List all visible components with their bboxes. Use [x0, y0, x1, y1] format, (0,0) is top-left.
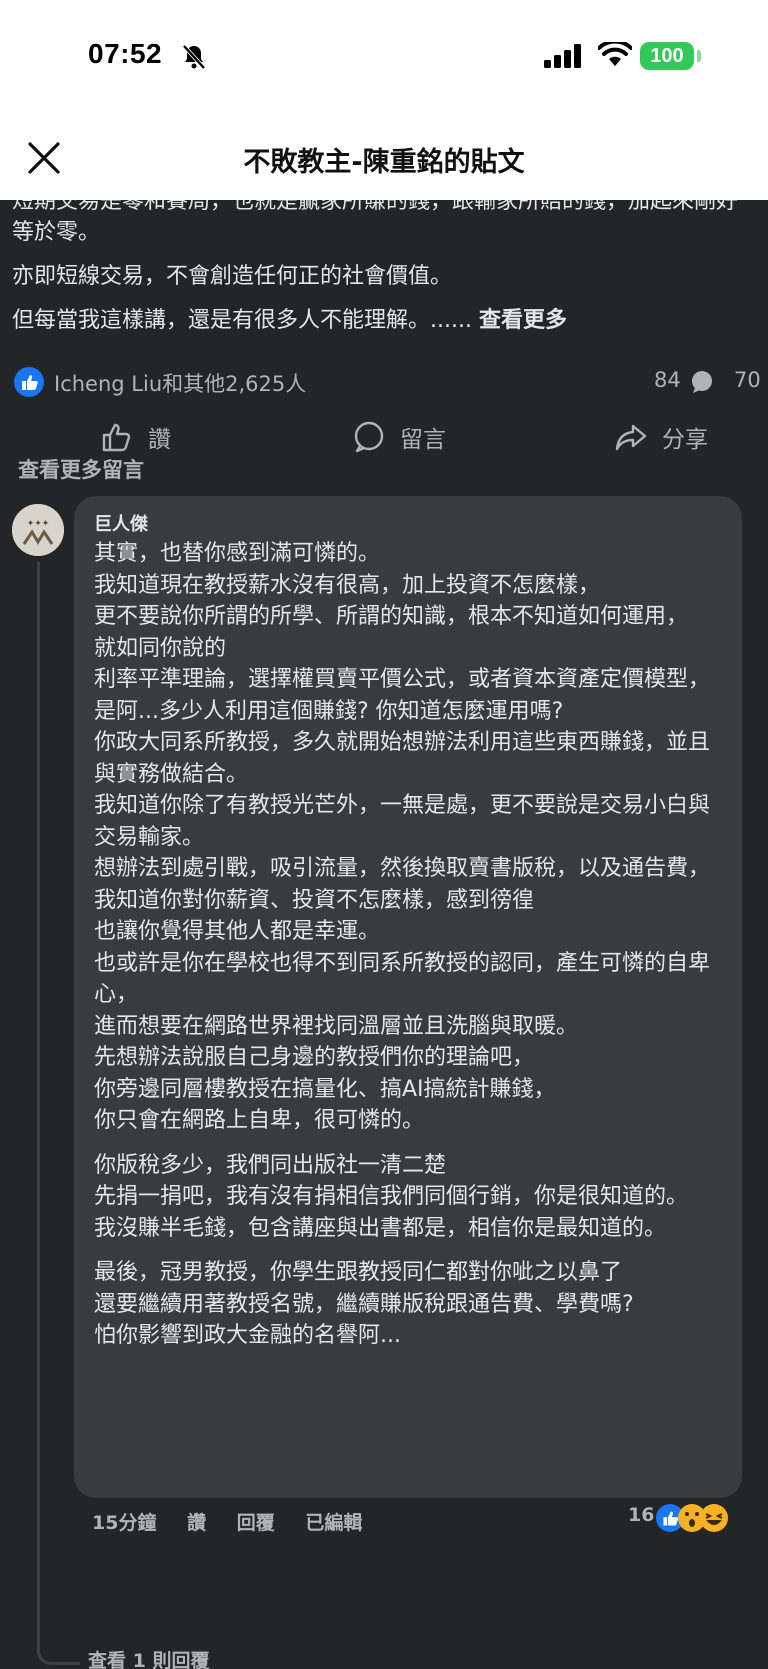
comment-like-button[interactable]: 讚	[187, 1512, 206, 1534]
post-paragraph: 但每當我這樣講，還是有很多人不能理解。...... 查看更多	[12, 305, 756, 336]
page-title: 不敗教主-陳重銘的貼文	[243, 147, 525, 178]
battery-indicator: 100	[640, 42, 694, 70]
post-paragraph: 短期交易是零和賽局，也就是贏家所賺的錢，跟輸家所賠的錢，加起來剛好等於零。	[12, 200, 739, 245]
comment-time: 15分鐘	[92, 1512, 157, 1534]
like-label: 讚	[148, 427, 171, 453]
comment-edited-label: 已編輯	[305, 1512, 363, 1534]
share-arrow-icon	[615, 424, 647, 451]
reactions-summary[interactable]: Icheng Liu和其他2,625人 84 70	[12, 364, 768, 400]
thread-line	[37, 562, 40, 1642]
battery-tip	[697, 50, 701, 62]
comment-paragraph: 其實，也替你感到滿可憐的。 我知道現在教授薪水沒有很高，加上投資不怎麼樣， 更不…	[94, 541, 711, 1133]
see-more-link[interactable]: 查看更多	[479, 308, 567, 333]
thread-elbow	[37, 1632, 80, 1665]
view-replies-link[interactable]: 查看 1 則回覆	[88, 1646, 209, 1669]
comment-reactions[interactable]: 16	[628, 1504, 728, 1532]
comment-body: 其實，也替你感到滿可憐的。 我知道現在教授薪水沒有很高，加上投資不怎麼樣， 更不…	[94, 538, 719, 1365]
avatar[interactable]: ✦✦✦	[12, 504, 64, 556]
post-paragraph: 亦即短線交易，不會創造任何正的社會價值。	[12, 264, 453, 289]
clock: 07:52	[88, 38, 163, 69]
reaction-names: Icheng Liu和其他2,625人	[54, 372, 307, 396]
comment-button[interactable]: 留言	[352, 420, 446, 454]
post-text: 短期交易是零和賽局，也就是贏家所賺的錢，跟輸家所賠的錢，加起來剛好等於零。 亦即…	[0, 200, 768, 336]
comment-meta: 15分鐘 讚 回覆 已編輯	[92, 1508, 386, 1535]
post-last-line: 但每當我這樣講，還是有很多人不能理解。......	[12, 308, 472, 333]
cell-signal-icon	[544, 44, 581, 68]
comment-reaction-count: 16	[628, 1504, 655, 1526]
comment-label: 留言	[400, 427, 446, 453]
like-reaction-icon	[14, 367, 44, 397]
share-label: 分享	[662, 427, 708, 453]
comment-paragraph: 最後，冠男教授，你學生跟教授同仁都對你呲之以鼻了 還要繼續用著教授名號，繼續賺版…	[94, 1260, 634, 1348]
view-more-comments-link[interactable]: 查看更多留言	[18, 454, 144, 484]
post-content-area: 短期交易是零和賽局，也就是贏家所賺的錢，跟輸家所賠的錢，加起來剛好等於零。 亦即…	[0, 200, 768, 1669]
comment-reply-button[interactable]: 回覆	[237, 1512, 275, 1534]
share-button[interactable]: 分享	[614, 420, 708, 454]
comment-bubble-icon	[692, 371, 712, 393]
title-bar: 不敗教主-陳重銘的貼文	[0, 118, 768, 200]
comment-icon	[354, 421, 384, 453]
comment-author[interactable]: 巨人傑	[94, 510, 148, 536]
haha-reaction-icon	[700, 1504, 728, 1532]
like-button[interactable]: 讚	[100, 420, 171, 454]
svg-text:✦✦✦: ✦✦✦	[27, 519, 50, 529]
silent-bell-icon	[182, 44, 206, 70]
share-count[interactable]: 70	[734, 368, 761, 392]
wifi-icon	[598, 42, 632, 66]
thumbs-up-icon	[102, 423, 131, 452]
avatar-image: ✦✦✦	[12, 504, 64, 556]
status-bar: 07:52 100	[0, 0, 768, 118]
comment-paragraph: 你版稅多少，我們同出版社一清二楚 先捐一捐吧，我有沒有捐相信我們同個行銷，你是很…	[94, 1152, 689, 1241]
comment-bubble: 巨人傑 其實，也替你感到滿可憐的。 我知道現在教授薪水沒有很高，加上投資不怎麼樣…	[74, 496, 742, 1498]
comment-count[interactable]: 84	[654, 368, 681, 392]
